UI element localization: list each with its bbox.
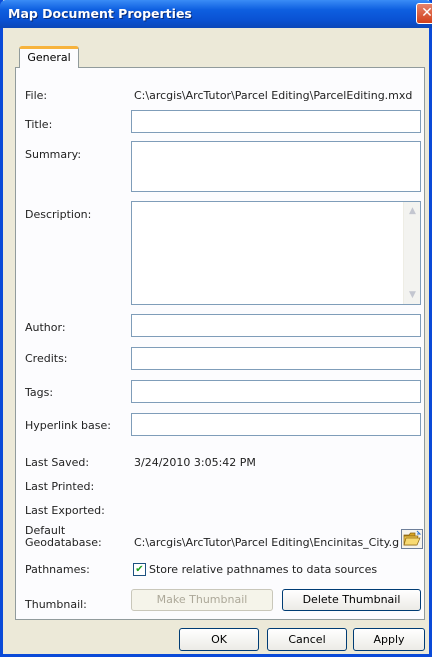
credits-input[interactable] [131, 347, 421, 370]
credits-label: Credits: [25, 352, 68, 365]
title-label: Title: [25, 118, 53, 131]
window-title: Map Document Properties [8, 6, 192, 21]
summary-label: Summary: [25, 148, 82, 161]
last-exported-label: Last Exported: [25, 504, 105, 517]
scroll-up-icon[interactable]: ▲ [405, 203, 420, 219]
ok-button[interactable]: OK [179, 628, 259, 651]
file-path: C:\arcgis\ArcTutor\Parcel Editing\Parcel… [134, 89, 413, 102]
author-input[interactable] [131, 314, 421, 337]
thumbnail-label: Thumbnail: [25, 598, 87, 611]
last-saved-value: 3/24/2010 3:05:42 PM [134, 456, 256, 469]
last-printed-label: Last Printed: [25, 480, 95, 493]
hyperlink-base-input[interactable] [131, 413, 421, 436]
default-geodatabase-path: C:\arcgis\ArcTutor\Parcel Editing\Encini… [134, 536, 400, 549]
make-thumbnail-button: Make Thumbnail [131, 589, 273, 611]
cancel-button[interactable]: Cancel [267, 628, 347, 651]
delete-thumbnail-button[interactable]: Delete Thumbnail [282, 589, 421, 611]
title-input[interactable] [131, 110, 421, 133]
tab-general[interactable]: General [19, 46, 79, 68]
tags-input[interactable] [131, 380, 421, 403]
close-button[interactable]: ✕ [416, 3, 432, 24]
title-bar[interactable]: Map Document Properties ✕ [0, 0, 432, 28]
default-geodatabase-label-line2: Geodatabase: [25, 536, 102, 549]
folder-open-icon[interactable] [401, 529, 423, 549]
description-scrollbar[interactable]: ▲ ▼ [403, 202, 420, 304]
map-document-properties-dialog: Map Document Properties ✕ General File: … [0, 0, 432, 657]
description-label: Description: [25, 208, 92, 221]
hyperlink-base-label: Hyperlink base: [25, 419, 111, 432]
summary-textarea[interactable] [131, 141, 421, 192]
tags-label: Tags: [25, 386, 54, 399]
file-label: File: [25, 89, 48, 102]
description-textarea[interactable]: ▲ ▼ [131, 201, 421, 305]
apply-button[interactable]: Apply [353, 628, 425, 651]
relative-pathnames-checkbox[interactable]: ✔ [133, 563, 146, 576]
author-label: Author: [25, 321, 66, 334]
last-saved-label: Last Saved: [25, 456, 90, 469]
relative-pathnames-label[interactable]: Store relative pathnames to data sources [149, 563, 377, 576]
general-panel: File: C:\arcgis\ArcTutor\Parcel Editing\… [15, 67, 425, 620]
pathnames-label: Pathnames: [25, 563, 90, 576]
scroll-down-icon[interactable]: ▼ [405, 287, 420, 303]
